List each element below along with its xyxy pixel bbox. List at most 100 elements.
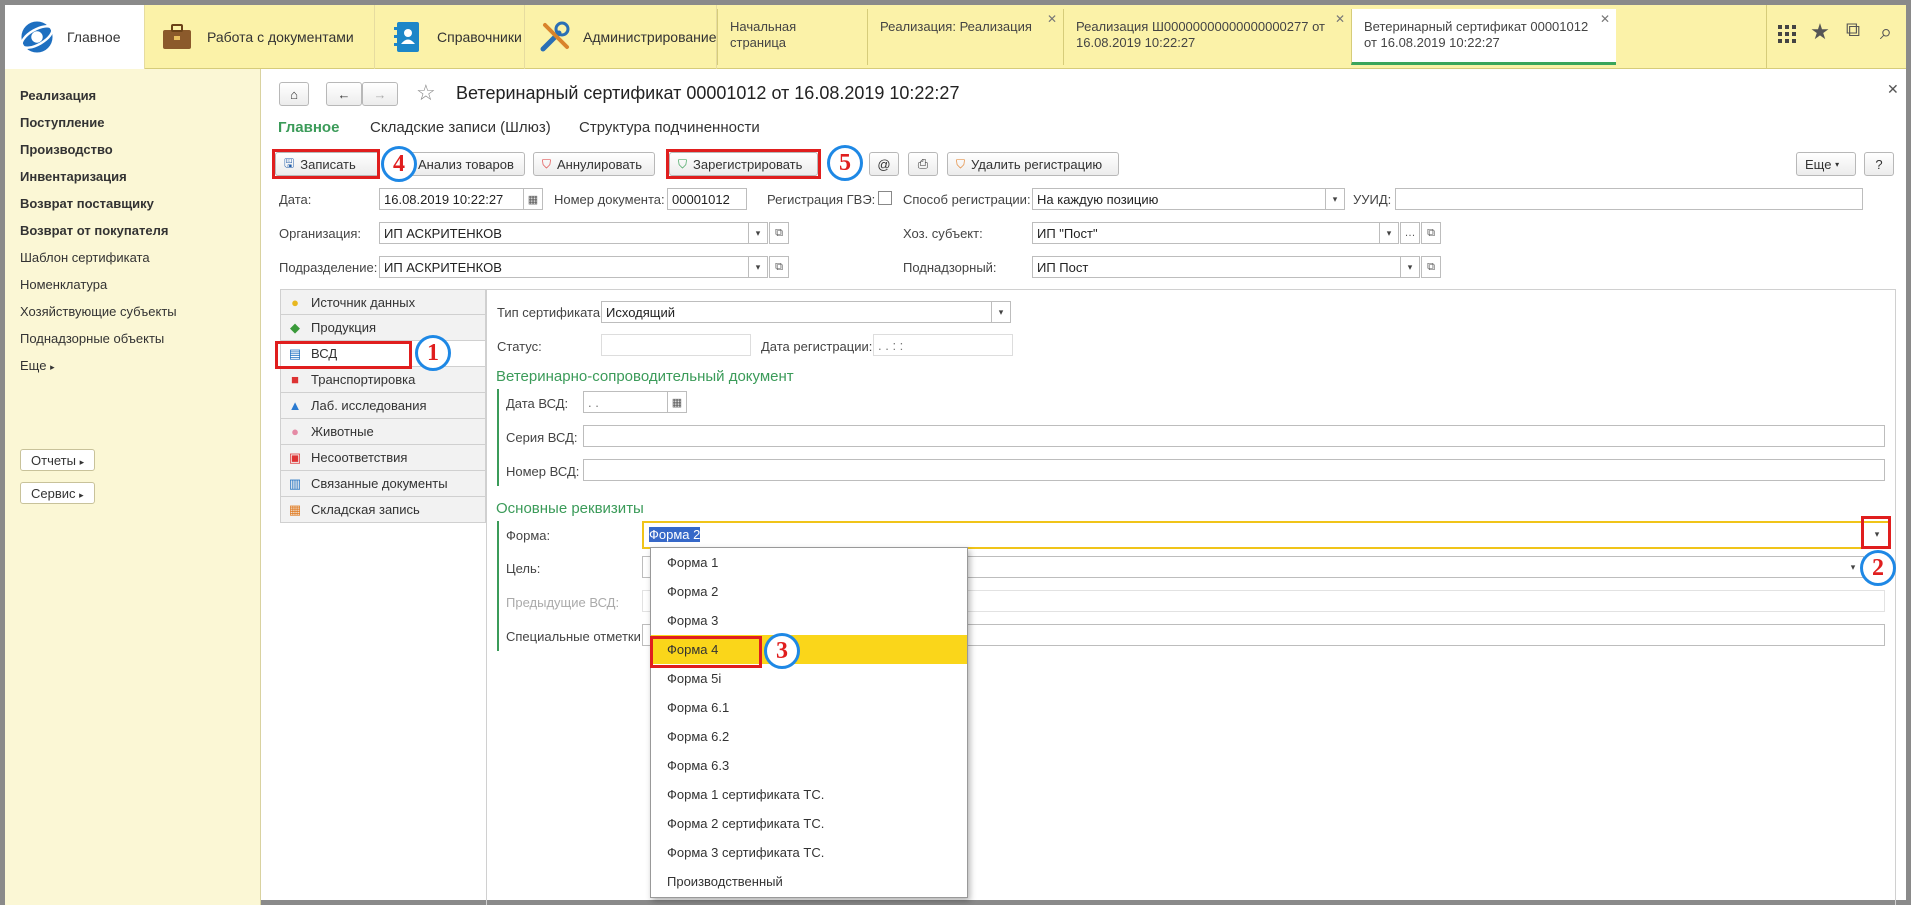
section-main[interactable]: Главное: [5, 5, 145, 69]
cert-type-field[interactable]: Исходящий: [601, 301, 993, 323]
vsd-date-field[interactable]: . .: [583, 391, 669, 413]
page-linked-docs[interactable]: ▥ Связанные документы: [280, 471, 486, 497]
ellipsis-icon[interactable]: …: [1400, 222, 1420, 244]
tab-vet-certificate[interactable]: Ветеринарный сертификат 00001012 от 16.0…: [1351, 9, 1616, 65]
chevron-down-icon[interactable]: ▾: [748, 256, 768, 278]
close-form-icon[interactable]: ✕: [1887, 81, 1899, 98]
arrow-right-icon: →: [373, 86, 387, 102]
sidebar-item-production[interactable]: Производство: [20, 142, 113, 157]
page-animals[interactable]: ● Животные: [280, 419, 486, 445]
chevron-down-icon[interactable]: ▾: [1379, 222, 1399, 244]
more-button[interactable]: Еще ▾: [1796, 152, 1856, 176]
page-nonconformities[interactable]: ▣ Несоответствия: [280, 445, 486, 471]
calendar-icon[interactable]: ▦: [667, 391, 687, 413]
subject-field[interactable]: ИП "Пост": [1032, 222, 1381, 244]
flask-icon: ▲: [288, 398, 302, 413]
help-label: ?: [1875, 156, 1883, 172]
number-field[interactable]: [583, 459, 1885, 481]
dropdown-option[interactable]: Форма 1: [651, 548, 967, 577]
service-button[interactable]: Сервис ▸: [20, 482, 95, 504]
dropdown-option[interactable]: Форма 6.2: [651, 722, 967, 751]
dropdown-option[interactable]: Форма 3: [651, 606, 967, 635]
open-icon[interactable]: ⧉: [769, 222, 789, 244]
dropdown-option[interactable]: Форма 1 сертификата ТС.: [651, 780, 967, 809]
chevron-down-icon[interactable]: ▾: [1400, 256, 1420, 278]
sidebar-item-cert-template[interactable]: Шаблон сертификата: [20, 250, 150, 265]
sidebar-item-inventory[interactable]: Инвентаризация: [20, 169, 127, 184]
email-button[interactable]: @: [869, 152, 899, 176]
sidebar-item-return-customer[interactable]: Возврат от покупателя: [20, 223, 168, 238]
home-button[interactable]: ⌂: [279, 82, 309, 106]
lightbulb-icon: ●: [291, 294, 299, 310]
calendar-icon[interactable]: ▦: [523, 188, 543, 210]
page-lab[interactable]: ▲ Лаб. исследования: [280, 393, 486, 419]
series-field[interactable]: [583, 425, 1885, 447]
chevron-down-icon[interactable]: ▾: [748, 222, 768, 244]
analysis-button[interactable]: Анализ товаров: [405, 152, 525, 176]
tab-sales-list[interactable]: Реализация: Реализация ✕: [867, 9, 1063, 65]
sidebar-item-receipts[interactable]: Поступление: [20, 115, 105, 130]
form-field[interactable]: Форма 2: [642, 521, 1891, 549]
dept-field[interactable]: ИП АСКРИТЕНКОВ: [379, 256, 749, 278]
print-button[interactable]: ⎙: [908, 152, 938, 176]
page-data-source[interactable]: ● Источник данных: [280, 289, 486, 315]
form-field-value: Форма 2: [649, 527, 701, 542]
form-dropdown-button[interactable]: ▾: [1867, 523, 1887, 545]
page-products[interactable]: ◆ Продукция: [280, 315, 486, 341]
dropdown-option[interactable]: Форма 3 сертификата ТС.: [651, 838, 967, 867]
reports-label: Отчеты: [31, 453, 76, 468]
star-icon[interactable]: ★: [1805, 19, 1835, 45]
page-transport[interactable]: ■ Транспортировка: [280, 367, 486, 393]
sidebar-item-return-supplier[interactable]: Возврат поставщику: [20, 196, 154, 211]
annul-button[interactable]: ⛉ Аннулировать: [533, 152, 655, 176]
close-icon[interactable]: ✕: [1600, 11, 1610, 27]
docnum-field[interactable]: 00001012: [667, 188, 747, 210]
chevron-down-icon[interactable]: ▾: [1325, 188, 1345, 210]
section-references[interactable]: Справочники: [375, 5, 525, 69]
section-administration[interactable]: Администрирование: [525, 5, 717, 69]
close-icon[interactable]: ✕: [1335, 11, 1345, 27]
sidebar-more[interactable]: Еще ▸: [20, 358, 55, 373]
sidebar-item-nomenclature[interactable]: Номенклатура: [20, 277, 107, 292]
open-icon[interactable]: ⧉: [1421, 222, 1441, 244]
tab-home-page[interactable]: Начальная страница: [717, 9, 867, 65]
section-main-label: Главное: [67, 29, 121, 45]
dropdown-option[interactable]: Производственный: [651, 867, 967, 896]
supervised-field[interactable]: ИП Пост: [1032, 256, 1402, 278]
dropdown-option[interactable]: Форма 6.3: [651, 751, 967, 780]
search-icon[interactable]: ⌕: [1871, 19, 1901, 45]
org-field[interactable]: ИП АСКРИТЕНКОВ: [379, 222, 749, 244]
grid-icon[interactable]: [1772, 23, 1802, 49]
open-icon[interactable]: ⧉: [769, 256, 789, 278]
copy-icon[interactable]: ⧉: [1838, 19, 1868, 42]
favorite-star-icon[interactable]: ☆: [416, 80, 436, 106]
nav-main[interactable]: Главное: [278, 119, 339, 136]
uuid-field[interactable]: [1395, 188, 1863, 210]
nav-warehouse-records[interactable]: Складские записи (Шлюз): [370, 119, 551, 136]
gvz-checkbox[interactable]: [878, 191, 892, 205]
dropdown-option[interactable]: Форма 6.1: [651, 693, 967, 722]
section-documents[interactable]: Работа с документами: [145, 5, 375, 69]
chevron-down-icon[interactable]: ▾: [991, 301, 1011, 323]
dropdown-option[interactable]: Форма 5i: [651, 664, 967, 693]
tab-sales-document[interactable]: Реализация Ш00000000000000000277 от 16.0…: [1063, 9, 1351, 65]
help-button[interactable]: ?: [1864, 152, 1894, 176]
unregister-button[interactable]: ⛉ Удалить регистрацию: [947, 152, 1119, 176]
close-icon[interactable]: ✕: [1047, 11, 1057, 27]
nav-subordination[interactable]: Структура подчиненности: [579, 119, 760, 136]
forward-button[interactable]: →: [362, 82, 398, 106]
open-icon[interactable]: ⧉: [1421, 256, 1441, 278]
sidebar-item-sales[interactable]: Реализация: [20, 88, 96, 103]
sidebar-item-business-entities[interactable]: Хозяйствующие субъекты: [20, 304, 177, 319]
dropdown-option[interactable]: Форма 2 сертификата ТС.: [651, 809, 967, 838]
dropdown-option[interactable]: Форма 2: [651, 577, 967, 606]
date-field[interactable]: 16.08.2019 10:22:27: [379, 188, 525, 210]
linked-docs-icon: ▥: [288, 475, 302, 491]
sidebar-item-supervised-objects[interactable]: Поднадзорные объекты: [20, 331, 164, 346]
reports-button[interactable]: Отчеты ▸: [20, 449, 96, 471]
back-button[interactable]: ←: [326, 82, 362, 106]
tab-label: Реализация: Реализация: [880, 19, 1032, 34]
page-warehouse[interactable]: ▦ Складская запись: [280, 497, 486, 523]
method-field[interactable]: На каждую позицию: [1032, 188, 1327, 210]
form-label: Форма:: [506, 528, 551, 543]
